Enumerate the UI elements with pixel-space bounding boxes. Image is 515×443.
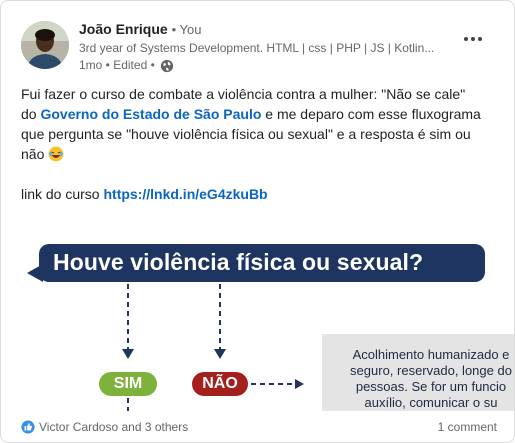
post-line-2: do Governo do Estado de São Paulo e me d… xyxy=(21,104,501,124)
ellipsis-icon xyxy=(464,37,482,41)
government-link[interactable]: Governo do Estado de São Paulo xyxy=(40,106,261,122)
info-line: pessoas. Se for um funcio xyxy=(355,379,507,394)
comments-count[interactable]: 1 comment xyxy=(438,420,497,434)
author-headline: 3rd year of Systems Development. HTML | … xyxy=(79,41,435,55)
more-options-button[interactable] xyxy=(461,27,485,51)
yes-pill: SIM xyxy=(99,372,157,396)
post-line-4-text: não xyxy=(21,146,49,162)
course-link[interactable]: https://lnkd.in/eG4zkuBb xyxy=(103,186,267,202)
social-counts: Victor Cardoso and 3 others 1 comment xyxy=(21,420,499,438)
post-line-1: Fui fazer o curso de combate a violência… xyxy=(21,86,466,102)
post-header: João Enrique • You 3rd year of Systems D… xyxy=(17,17,497,73)
globe-icon xyxy=(160,59,173,72)
like-reaction-icon xyxy=(21,420,35,434)
profile-photo-icon xyxy=(21,21,69,69)
course-link-line: link do curso https://lnkd.in/eG4zkuBb xyxy=(21,184,501,204)
author-avatar[interactable] xyxy=(21,21,69,69)
post-line-3: que pergunta se "houve violência física … xyxy=(21,126,471,142)
arrow-head-yes-icon xyxy=(122,349,134,359)
laughing-emoji-icon xyxy=(48,146,64,162)
post-card: João Enrique • You 3rd year of Systems D… xyxy=(0,0,515,443)
info-line: seguro, reservado, longe do xyxy=(350,363,512,378)
post-line-2-pre: do xyxy=(21,106,41,122)
reactions-summary[interactable]: Victor Cardoso and 3 others xyxy=(21,420,188,434)
arrow-head-no-icon xyxy=(214,349,226,359)
post-body: Fui fazer o curso de combate a violência… xyxy=(21,84,501,204)
post-time: 1mo • Edited • xyxy=(79,58,155,72)
info-line: auxílio, comunicar o su xyxy=(364,395,498,410)
no-pill: NÃO xyxy=(192,372,248,396)
connection-degree: • You xyxy=(171,22,202,37)
post-line-2-post: e me deparo com esse fluxograma xyxy=(261,106,481,122)
reactions-text: Victor Cardoso and 3 others xyxy=(39,420,189,434)
post-line-4: não xyxy=(21,144,501,164)
info-line: Acolhimento humanizado e xyxy=(352,347,510,362)
arrow-head-info-icon xyxy=(295,379,304,389)
info-text: Acolhimento humanizado e seguro, reserva… xyxy=(331,347,514,411)
post-timestamp: 1mo • Edited • xyxy=(79,57,469,74)
author-meta: João Enrique • You 3rd year of Systems D… xyxy=(79,19,469,74)
post-image[interactable]: Houve violência física ou sexual? SIM NÃ… xyxy=(1,221,514,411)
author-name-line: João Enrique • You xyxy=(79,19,469,40)
course-link-label: link do curso xyxy=(21,186,104,202)
author-name[interactable]: João Enrique xyxy=(79,21,168,37)
